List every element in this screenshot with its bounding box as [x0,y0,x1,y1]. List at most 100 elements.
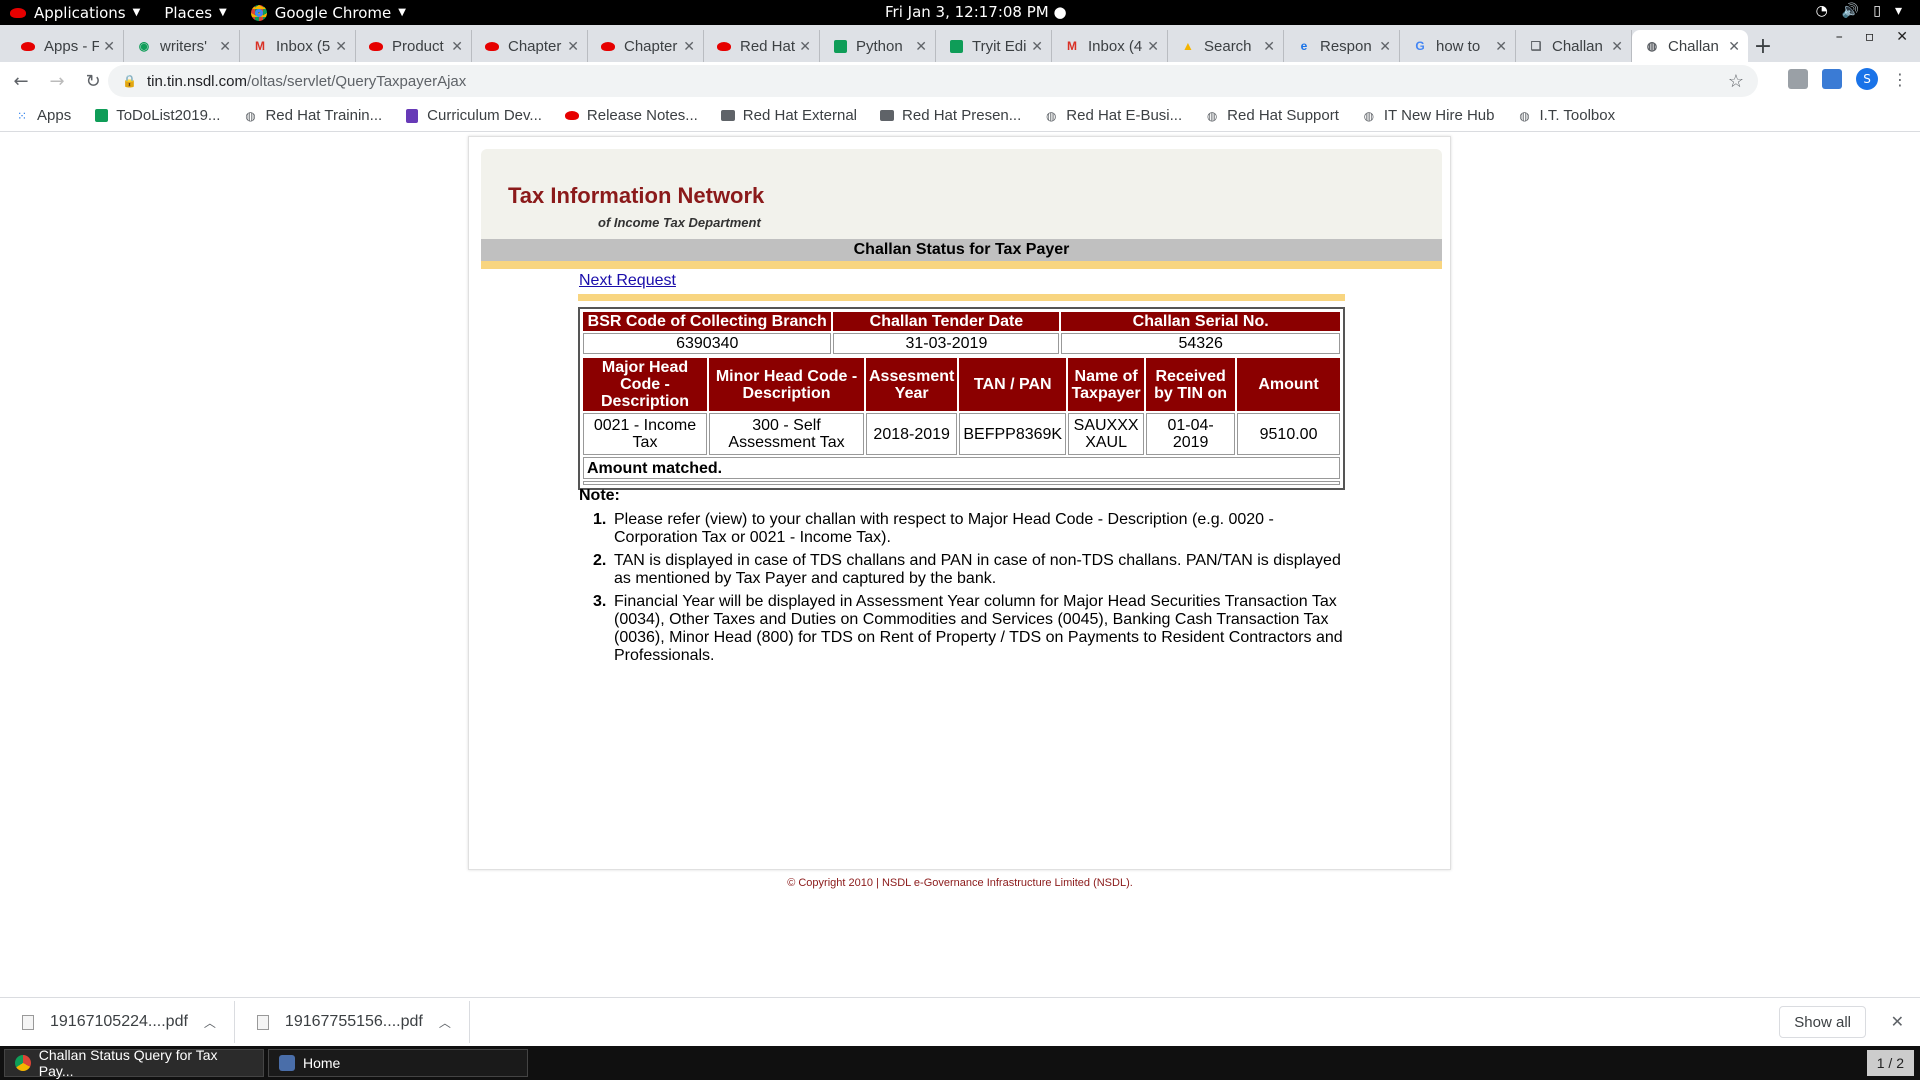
extension-icon[interactable] [1788,69,1808,89]
download-item[interactable]: 19167755156....pdf ︿ [235,1001,470,1043]
browser-tab[interactable]: M Inbox (4 ✕ [1052,30,1168,62]
address-bar[interactable]: 🔒 tin.tin.nsdl.com/oltas/servlet/QueryTa… [108,65,1758,97]
table-header: Major Head Code - Description [583,358,707,411]
close-tab-icon[interactable]: ✕ [1379,38,1391,55]
browser-tab[interactable]: Apps - F ✕ [8,30,124,62]
bookmark-label: Apps [37,107,72,124]
close-tab-icon[interactable]: ✕ [451,38,463,55]
close-tab-icon[interactable]: ✕ [335,38,347,55]
bookmark-item[interactable]: Red Hat Presen... [879,107,1021,124]
download-item[interactable]: 19167105224....pdf ︿ [0,1001,235,1043]
close-tab-icon[interactable]: ✕ [103,38,115,55]
forward-button[interactable]: → [42,66,72,96]
system-tray[interactable]: ◔ 🔊 ▯ ▾ [1816,3,1902,19]
bookmark-item[interactable]: Red Hat External [720,107,857,124]
close-tab-icon[interactable]: ✕ [1147,38,1159,55]
globe-icon: ◍ [1046,108,1057,123]
browser-tab[interactable]: Chapter ✕ [472,30,588,62]
applications-menu[interactable]: Applications ▼ [0,0,154,25]
close-tab-icon[interactable]: ✕ [1263,38,1275,55]
show-all-button[interactable]: Show all [1779,1006,1866,1038]
notes-section: Note: 1. Please refer (view) to your chal… [579,487,1349,670]
chevron-up-icon[interactable]: ︿ [439,1014,451,1031]
close-tab-icon[interactable]: ✕ [799,38,811,55]
tab-label: how to [1436,37,1481,55]
title-underline [481,261,1442,269]
browser-app-menu[interactable]: Google Chrome ▼ [241,0,420,25]
close-tab-icon[interactable]: ✕ [219,38,231,55]
chevron-up-icon[interactable]: ︿ [204,1014,216,1031]
close-tab-icon[interactable]: ✕ [1728,38,1740,55]
places-label: Places [164,3,213,22]
bookmark-item[interactable]: Curriculum Dev... [404,107,542,124]
copyright-footer: © Copyright 2010 | NSDL e-Governance Inf… [787,877,1133,889]
bookmark-item[interactable]: ◍ Red Hat E-Busi... [1043,107,1182,124]
close-icon[interactable]: ✕ [1891,1012,1904,1031]
note-number: 1. [593,511,607,528]
table-row: 6390340 31-03-2019 54326 [583,333,1340,354]
bookmark-star-icon[interactable]: ☆ [1728,71,1744,92]
reload-button[interactable]: ↻ [78,66,108,96]
close-tab-icon[interactable]: ✕ [683,38,695,55]
next-request-link[interactable]: Next Request [579,272,676,290]
bookmark-item[interactable]: ◍ Red Hat Trainin... [242,107,382,124]
close-tab-icon[interactable]: ✕ [567,38,579,55]
bookmark-item[interactable]: ToDoList2019... [93,107,220,124]
browser-tab[interactable]: Red Hat ✕ [704,30,820,62]
bookmark-item[interactable]: ◍ IT New Hire Hub [1361,107,1495,124]
bookmark-item[interactable]: ⁙ Apps [14,107,71,124]
extension-icon[interactable] [1822,69,1842,89]
browser-tab[interactable]: Ghow to ✕ [1400,30,1516,62]
tab-label: Challan [1668,37,1719,55]
table-cell: 31-03-2019 [833,333,1060,354]
browser-tab[interactable]: Tryit Edi ✕ [936,30,1052,62]
browser-tab[interactable]: Product ✕ [356,30,472,62]
table-row: 0021 - Income Tax 300 - Self Assessment … [583,413,1340,455]
table-header: Minor Head Code - Description [709,358,864,411]
bookmark-item[interactable]: ◍ I.T. Toolbox [1516,107,1615,124]
browser-tab[interactable]: ❏ Challan ✕ [1516,30,1632,62]
location-icon: ◉ [138,39,150,53]
workspace-indicator[interactable]: 1 / 2 [1866,1050,1914,1076]
redhat-icon [20,38,36,54]
places-menu[interactable]: Places ▼ [154,0,240,25]
edge-icon: e [1300,39,1308,53]
download-filename: 19167755156....pdf [284,1013,423,1030]
globe-icon: ◍ [1206,108,1218,123]
doc-icon [404,108,420,124]
minimize-icon[interactable]: – [1836,29,1843,45]
more-menu-icon[interactable]: ⋮ [1892,70,1908,89]
bookmark-label: I.T. Toolbox [1539,107,1616,124]
google-icon: G [1415,39,1425,53]
bookmark-item[interactable]: ◍ Red Hat Support [1204,107,1339,124]
browser-tab[interactable]: ▲ Search ✕ [1168,30,1284,62]
wifi-icon: ◔ [1815,3,1828,19]
maximize-icon[interactable]: ▫ [1865,29,1875,45]
close-tab-icon[interactable]: ✕ [1495,38,1507,55]
taskbar-item-chrome[interactable]: Challan Status Query for Tax Pay... [4,1047,264,1079]
tab-strip: Apps - F ✕ ◉ writers' ✕ M Inbox (5 ✕ Product ✕ Cha… [0,25,1920,62]
browser-tab[interactable]: Chapter ✕ [588,30,704,62]
bookmark-item[interactable]: Release Notes... [564,107,698,124]
back-button[interactable]: ← [6,66,36,96]
close-tab-icon[interactable]: ✕ [915,38,927,55]
profile-avatar[interactable]: S [1856,68,1878,90]
browser-tab[interactable]: Python ✕ [820,30,936,62]
close-tab-icon[interactable]: ✕ [1611,38,1623,55]
browser-tab[interactable]: e Respon ✕ [1284,30,1400,62]
notes-list: 1. Please refer (view) to your challan wi… [579,511,1349,665]
taskbar-item-home[interactable]: Home [268,1049,528,1077]
tab-label: writers' [160,37,208,55]
bookmark-label: Red Hat Presen... [902,107,1022,124]
close-tab-icon[interactable]: ✕ [1031,38,1043,55]
applications-label: Applications [34,3,126,22]
spacer-row [583,481,1340,485]
tab-label: Tryit Edi [972,37,1027,55]
browser-tab[interactable]: ◍ Challan ✕ [1632,30,1748,62]
new-tab-button[interactable]: + [1748,30,1778,62]
browser-tab[interactable]: M Inbox (5 ✕ [240,30,356,62]
close-icon[interactable]: ✕ [1896,29,1908,45]
clock[interactable]: Fri Jan 3, 12:17:08 PM ● [885,3,1067,21]
browser-tab[interactable]: ◉ writers' ✕ [124,30,240,62]
caret-down-icon: ▼ [398,7,406,18]
